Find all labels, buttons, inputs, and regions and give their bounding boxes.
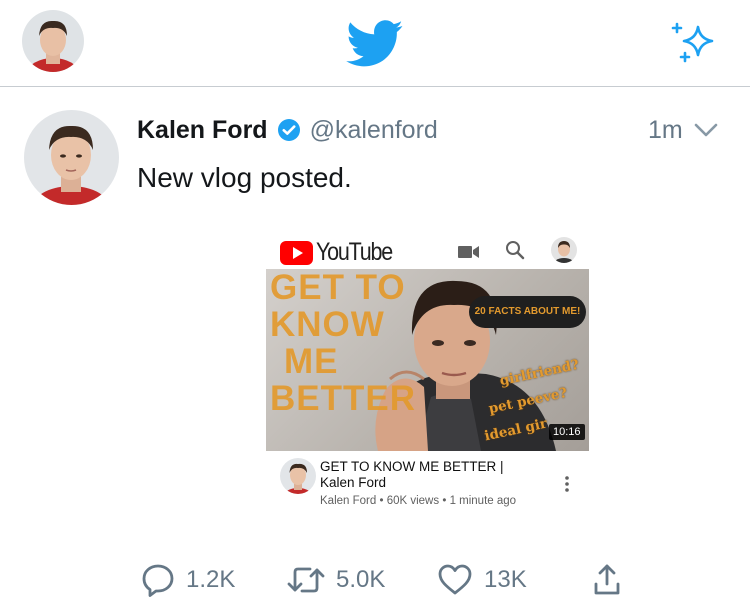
channel-name: Kalen Ford (320, 495, 377, 507)
verified-badge-icon (277, 119, 300, 141)
chevron-down-icon[interactable] (693, 120, 719, 140)
video-camera-icon (458, 246, 479, 258)
view-count: 60K views (386, 495, 440, 507)
thumbnail-title: GET TO KNOW ME BETTER (270, 269, 416, 418)
tweet-timestamp[interactable]: 1m (648, 113, 683, 147)
reply-count: 1.2K (186, 566, 236, 593)
like-button[interactable]: 13K (436, 558, 527, 602)
user-handle[interactable]: @kalenford (310, 116, 438, 145)
youtube-play-icon (280, 240, 313, 265)
display-name[interactable]: Kalen Ford (137, 116, 268, 145)
reply-button[interactable]: 1.2K (140, 558, 235, 602)
tweet-header: Kalen Ford @kalenford (137, 113, 438, 147)
video-duration: 10:16 (549, 424, 585, 440)
video-thumbnail: GET TO KNOW ME BETTER 20 FACTS ABOUT ME!… (266, 269, 589, 451)
retweet-icon (287, 567, 325, 593)
meta-separator: • (442, 495, 450, 507)
tweet-media-image[interactable]: YouTube GET TO KNOW ME BETTER 20 FACTS A… (264, 230, 589, 520)
share-button[interactable] (592, 558, 632, 602)
share-icon (594, 564, 620, 595)
reply-icon (142, 564, 174, 597)
youtube-account-avatar (551, 237, 577, 263)
facts-badge: 20 FACTS ABOUT ME! (469, 296, 586, 328)
twitter-bird-icon[interactable] (346, 20, 404, 68)
youtube-wordmark: YouTube (316, 238, 393, 266)
meta-separator: • (379, 495, 387, 507)
tweet-author-avatar[interactable] (24, 110, 119, 205)
youtube-logo: YouTube (280, 238, 404, 267)
retweet-count: 5.0K (336, 566, 386, 593)
video-meta: Kalen Ford • 60K views • 1 minute ago (320, 495, 516, 507)
tweet-text: New vlog posted. (137, 162, 352, 193)
top-nav-bar (0, 0, 750, 87)
retweet-button[interactable]: 5.0K (286, 558, 385, 602)
profile-avatar[interactable] (22, 10, 84, 72)
heart-icon (438, 564, 472, 595)
sparkle-icon[interactable] (668, 19, 720, 65)
more-vertical-icon (565, 476, 569, 492)
like-count: 13K (484, 566, 527, 593)
tweet-action-bar: 1.2K 5.0K 13K (0, 558, 750, 602)
channel-avatar (280, 458, 316, 494)
video-title: GET TO KNOW ME BETTER | Kalen Ford (320, 459, 504, 490)
upload-age: 1 minute ago (449, 495, 517, 507)
search-icon (506, 241, 525, 260)
